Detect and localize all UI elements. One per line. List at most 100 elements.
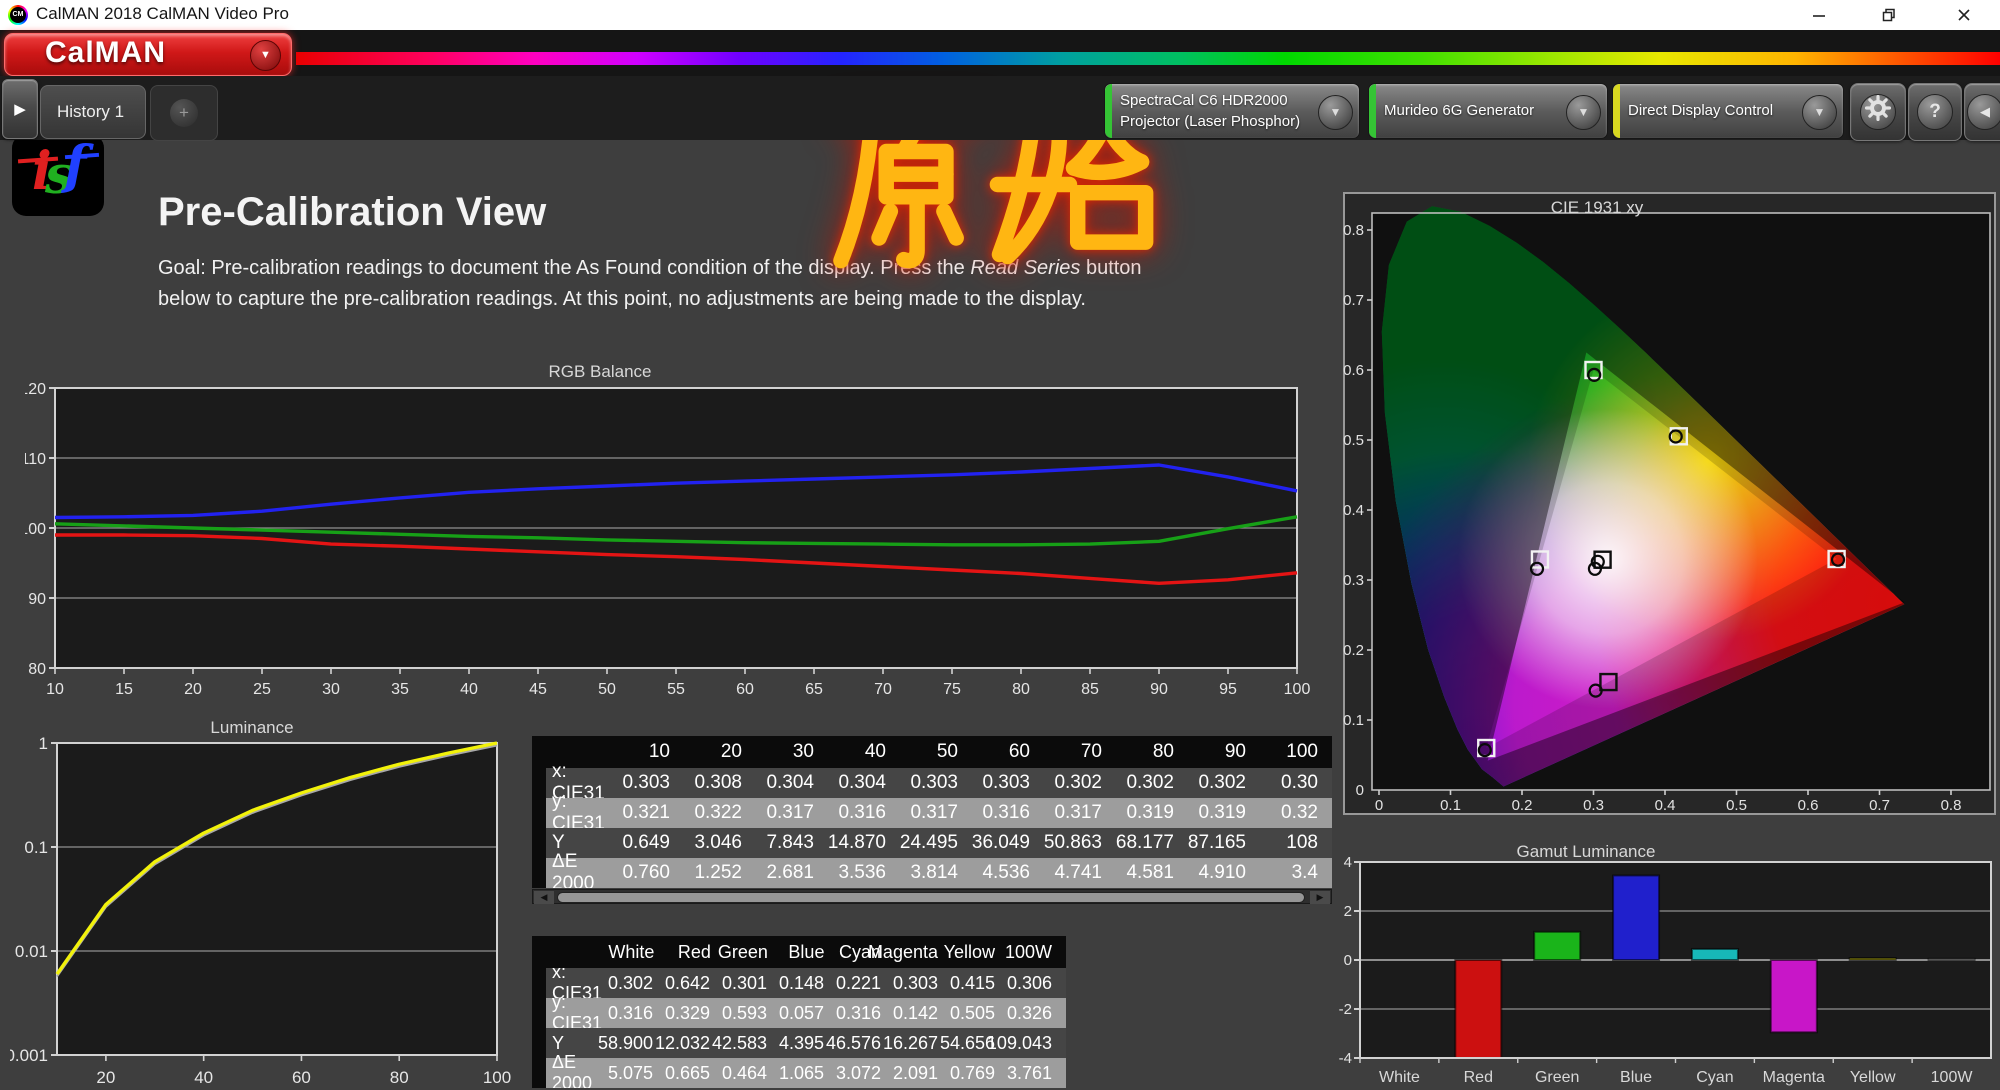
chevron-down-icon: ▼ (1802, 95, 1837, 130)
x-tick-label: 35 (391, 681, 409, 696)
table-cell: 0.303 (895, 968, 952, 998)
header-cell: Green (725, 936, 782, 968)
x-tick-label: 0.2 (1512, 797, 1533, 814)
add-tab-button[interactable]: + (150, 85, 218, 141)
table-cell: 1.252 (684, 858, 756, 888)
table-row: Y58.90012.03242.5834.39546.57616.26754.6… (532, 1028, 1066, 1058)
settings-button[interactable] (1850, 83, 1906, 141)
table-row: y: CIE310.3210.3220.3170.3160.3170.3160.… (532, 798, 1332, 828)
y-tick-label: 0.01 (15, 942, 48, 961)
grayscale-table-scrollbar[interactable]: ◀ ▶ (532, 889, 1332, 904)
x-tick-label: 95 (1219, 681, 1237, 696)
gamut-luminance-title: Gamut Luminance (1436, 842, 1736, 862)
x-tick-label: 0.3 (1583, 797, 1604, 814)
title-bar: CM CalMAN 2018 CalMAN Video Pro (0, 0, 2000, 30)
chevron-down-icon: ▼ (1318, 95, 1353, 130)
calman-menu-button[interactable]: CalMAN ▼ (4, 33, 292, 76)
table-cell: 0.057 (781, 998, 838, 1028)
table-row: ΔE 20005.0750.6650.4641.0653.0722.0910.7… (532, 1058, 1066, 1088)
header-cell: 10 (612, 736, 684, 768)
table-cell: 0.148 (781, 968, 838, 998)
table-cell: 2.091 (895, 1058, 952, 1088)
y-tick-label: 100 (25, 521, 46, 538)
table-cell: 0.302 (610, 968, 667, 998)
window-title: CalMAN 2018 CalMAN Video Pro (36, 4, 289, 24)
x-tick-label: 0.5 (1726, 797, 1747, 814)
y-tick-label: 0.7 (1343, 292, 1364, 309)
y-tick-label: 0.4 (1343, 502, 1364, 519)
row-label-cell: y: CIE31 (546, 998, 610, 1028)
table-cell: 0.316 (828, 798, 900, 828)
y-tick-label: 120 (25, 381, 46, 398)
table-cell: 3.761 (1009, 1058, 1066, 1088)
gamut-table: WhiteRedGreenBlueCyanMagentaYellow100Wx:… (532, 936, 1066, 1088)
table-cell: 24.495 (900, 828, 972, 858)
rgb-balance-title: RGB Balance (450, 362, 750, 382)
row-edge-cell (532, 968, 546, 998)
table-cell: 0.30 (1260, 768, 1332, 798)
luminance-title: Luminance (102, 718, 402, 738)
table-cell: 0.316 (972, 798, 1044, 828)
row-edge-cell (532, 768, 546, 798)
meter-label-line2: Projector (Laser Phosphor) (1120, 112, 1300, 131)
table-cell: 0.593 (724, 998, 781, 1028)
table-cell: 36.049 (972, 828, 1044, 858)
table-cell: 4.741 (1044, 858, 1116, 888)
close-icon (1957, 8, 1971, 22)
header-cell: 100W (1009, 936, 1066, 968)
x-tick-label: 55 (667, 681, 685, 696)
table-cell: 0.649 (612, 828, 684, 858)
table-cell: 2.681 (756, 858, 828, 888)
y-tick-label: 4 (1344, 854, 1352, 871)
table-cell: 14.870 (828, 828, 900, 858)
y-tick-label: -2 (1339, 1001, 1352, 1018)
tab-expander-button[interactable]: ▶ (2, 79, 38, 139)
minimize-button[interactable] (1790, 0, 1848, 30)
x-tick-label: 0.1 (1440, 797, 1461, 814)
x-tick-label: 45 (529, 681, 547, 696)
x-tick-label: 65 (805, 681, 823, 696)
row-edge-cell (532, 1028, 546, 1058)
minimize-icon (1812, 8, 1826, 22)
x-tick-label: 25 (253, 681, 271, 696)
table-cell: 50.863 (1044, 828, 1116, 858)
table-cell: 0.319 (1116, 798, 1188, 828)
x-tick-label: 20 (184, 681, 202, 696)
scroll-left-button[interactable]: ◀ (534, 891, 554, 904)
bar-cyan (1692, 949, 1738, 960)
restore-button[interactable] (1860, 0, 1918, 30)
app-icon: CM (8, 5, 28, 25)
table-cell: 0.322 (684, 798, 756, 828)
bar-green (1534, 932, 1580, 960)
generator-dropdown[interactable]: Murideo 6G Generator ▼ (1368, 83, 1608, 139)
row-label-cell: ΔE 2000 (546, 858, 612, 888)
tab-history-label: History 1 (57, 102, 124, 122)
display-control-dropdown[interactable]: Direct Display Control ▼ (1612, 83, 1844, 139)
help-button[interactable]: ? (1908, 83, 1962, 141)
meter-dropdown[interactable]: SpectraCal C6 HDR2000 Projector (Laser P… (1104, 83, 1360, 139)
x-category-label: Blue (1620, 1069, 1652, 1086)
row-edge-cell (532, 858, 546, 888)
bar-red (1455, 960, 1501, 1058)
table-cell: 4.910 (1188, 858, 1260, 888)
collapse-panel-button[interactable]: ◀ (1964, 83, 2000, 141)
table-cell: 0.317 (1044, 798, 1116, 828)
x-tick-label: 80 (390, 1068, 409, 1087)
header-cell: Red (668, 936, 725, 968)
tab-history-1[interactable]: History 1 (40, 85, 146, 139)
scroll-right-button[interactable]: ▶ (1310, 891, 1330, 904)
table-cell: 0.303 (900, 768, 972, 798)
table-cell: 0.302 (1044, 768, 1116, 798)
table-cell: 0.316 (838, 998, 895, 1028)
close-button[interactable] (1935, 0, 1993, 30)
table-cell: 0.642 (667, 968, 724, 998)
table-cell: 0.303 (972, 768, 1044, 798)
y-tick-label: 0.1 (1343, 712, 1364, 729)
scrollbar-thumb[interactable] (557, 892, 1305, 903)
table-header-row: 102030405060708090100 (532, 736, 1332, 768)
table-cell: 0.306 (1009, 968, 1066, 998)
table-header-row: WhiteRedGreenBlueCyanMagentaYellow100W (532, 936, 1066, 968)
y-tick-label: -4 (1339, 1050, 1352, 1067)
table-row: x: CIE310.3020.6420.3010.1480.2210.3030.… (532, 968, 1066, 998)
y-tick-label: 90 (28, 591, 46, 608)
